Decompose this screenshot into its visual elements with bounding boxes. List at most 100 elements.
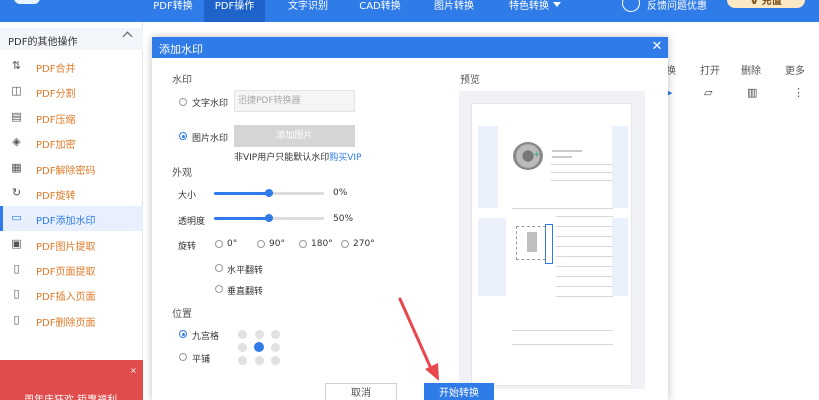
nav-cad-convert[interactable]: CAD转换 [352, 0, 408, 22]
plus-icon: + [533, 150, 541, 160]
rotate-270-label: 270° [353, 239, 375, 249]
sidebar-item-unlock[interactable]: ▦ PDF解除密码 [0, 156, 143, 181]
sidebar-header[interactable]: PDF的其他操作 [0, 28, 143, 50]
rotate-icon: ↻ [11, 186, 22, 199]
annotation-arrow [395, 295, 445, 385]
top-nav: PDF转换 PDF操作 文字识别 CAD转换 图片转换 特色转换 反馈问题优惠 … [0, 0, 819, 22]
sidebar-item-label: PDF删除页面 [36, 314, 95, 329]
grid-position-radio[interactable] [179, 330, 187, 338]
feedback-link[interactable]: 反馈问题优惠 [647, 0, 707, 13]
nav-pdf-convert[interactable]: PDF转换 [146, 0, 200, 22]
sidebar-item-label: PDF合并 [36, 60, 75, 75]
grid-cell-bottom-center[interactable] [255, 356, 264, 365]
sidebar-item-merge[interactable]: ⇅ PDF合并 [0, 54, 143, 79]
promo-text: 周年庆狂欢 钜惠福利 [24, 391, 117, 400]
rotate-0-label: 0° [227, 239, 237, 249]
text-watermark-label: 文字水印 [192, 96, 228, 109]
text-watermark-radio[interactable] [179, 98, 187, 106]
grid-cell-top-center[interactable] [255, 330, 264, 339]
size-slider[interactable] [214, 192, 324, 195]
trash-icon[interactable]: ▥ [747, 86, 757, 99]
tile-position-radio[interactable] [179, 353, 187, 361]
promo-banner[interactable]: 周年庆狂欢 钜惠福利 × [0, 360, 143, 400]
size-slider-knob[interactable] [265, 189, 273, 197]
rule-line [551, 164, 613, 165]
image-watermark-radio[interactable] [179, 132, 187, 140]
table-line [556, 216, 613, 217]
table-line [556, 296, 613, 297]
rotate-90-radio[interactable] [257, 240, 265, 248]
start-convert-button[interactable]: 开始转换 [424, 383, 494, 400]
grid-cell-middle-left[interactable] [238, 343, 247, 352]
grid-cell-middle-center[interactable] [254, 342, 264, 352]
close-icon[interactable]: × [130, 366, 137, 375]
rotate-label: 旋转 [178, 239, 196, 252]
table-line [556, 236, 613, 237]
nav-special-convert[interactable]: 特色转换 [502, 0, 568, 22]
app-logo [0, 0, 80, 8]
help-icon[interactable] [622, 0, 640, 12]
rotate-180-label: 180° [311, 239, 333, 249]
image-watermark-label: 图片水印 [192, 131, 228, 144]
table-line [556, 276, 613, 277]
rule-line [512, 208, 613, 209]
opacity-label: 透明度 [178, 214, 205, 227]
size-value: 0% [333, 188, 347, 198]
text-line [552, 150, 582, 152]
watermark-icon: ▭ [11, 211, 22, 224]
sidebar-item-page-delete[interactable]: ▯ PDF删除页面 [0, 308, 143, 333]
cancel-button[interactable]: 取消 [325, 383, 397, 400]
buy-vip-link[interactable]: 购买VIP [329, 153, 361, 163]
sidebar-item-encrypt[interactable]: ◈ PDF加密 [0, 130, 143, 155]
text-watermark-input[interactable]: 迅捷PDF转换器 [234, 90, 355, 112]
sidebar-item-page-insert[interactable]: ▯ PDF插入页面 [0, 282, 143, 307]
rotate-0-radio[interactable] [215, 240, 223, 248]
text-line [552, 156, 572, 158]
rotate-180-radio[interactable] [299, 240, 307, 248]
sidebar-item-label: PDF旋转 [36, 187, 75, 202]
flip-vertical-label: 垂直翻转 [227, 284, 263, 297]
vip-recharge-button[interactable]: V 充值 [727, 0, 805, 8]
sidebar-item-watermark[interactable]: ▭ PDF添加水印 [0, 206, 143, 231]
grid-cell-bottom-left[interactable] [238, 356, 247, 365]
nav-pdf-operate[interactable]: PDF操作 [204, 0, 265, 22]
split-icon: ◫ [11, 84, 22, 97]
opacity-slider[interactable] [214, 217, 324, 220]
more-icon[interactable]: ⋮ [793, 86, 804, 99]
sidebar-item-image-extract[interactable]: ▣ PDF图片提取 [0, 232, 143, 257]
nav-ocr[interactable]: 文字识别 [280, 0, 336, 22]
flip-vertical-radio[interactable] [215, 285, 223, 293]
flip-horizontal-radio[interactable] [215, 264, 223, 272]
table-line [556, 266, 613, 267]
rotate-90-label: 90° [269, 239, 285, 249]
opacity-slider-knob[interactable] [265, 214, 273, 222]
dialog-header: 添加水印 ✕ [152, 37, 668, 58]
grid-cell-top-right[interactable] [271, 330, 280, 339]
rotate-270-radio[interactable] [341, 240, 349, 248]
page-extract-icon: ▯ [11, 262, 22, 275]
unlock-icon: ▦ [11, 161, 22, 174]
sidebar: PDF的其他操作 ⇅ PDF合并 ◫ PDF分割 ▤ PDF压缩 ◈ PDF加密… [0, 22, 143, 400]
toolbar-open-label: 打开 [700, 62, 720, 77]
add-image-button[interactable]: 添加图片 [234, 125, 355, 147]
dialog-title: 添加水印 [159, 41, 203, 57]
close-icon[interactable]: ✕ [649, 39, 665, 55]
section-position: 位置 [172, 305, 192, 320]
chevron-up-icon [123, 32, 133, 42]
grid-cell-top-left[interactable] [238, 330, 247, 339]
drawing-section [527, 232, 537, 252]
vip-note-text: 非VIP用户只能默认水印 [234, 153, 329, 163]
grid-cell-bottom-right[interactable] [271, 356, 280, 365]
sidebar-item-label: PDF解除密码 [36, 162, 95, 177]
sidebar-item-split[interactable]: ◫ PDF分割 [0, 79, 143, 104]
rule-line [551, 172, 613, 173]
grid-cell-middle-right[interactable] [271, 343, 280, 352]
watermark-marker [545, 224, 553, 264]
sidebar-item-compress[interactable]: ▤ PDF压缩 [0, 105, 143, 130]
folder-icon[interactable]: ▱ [704, 86, 712, 99]
sidebar-item-rotate[interactable]: ↻ PDF旋转 [0, 181, 143, 206]
nav-image-convert[interactable]: 图片转换 [426, 0, 482, 22]
sidebar-item-label: PDF页面提取 [36, 263, 95, 278]
sidebar-item-page-extract[interactable]: ▯ PDF页面提取 [0, 257, 143, 282]
size-slider-fill [214, 192, 269, 195]
